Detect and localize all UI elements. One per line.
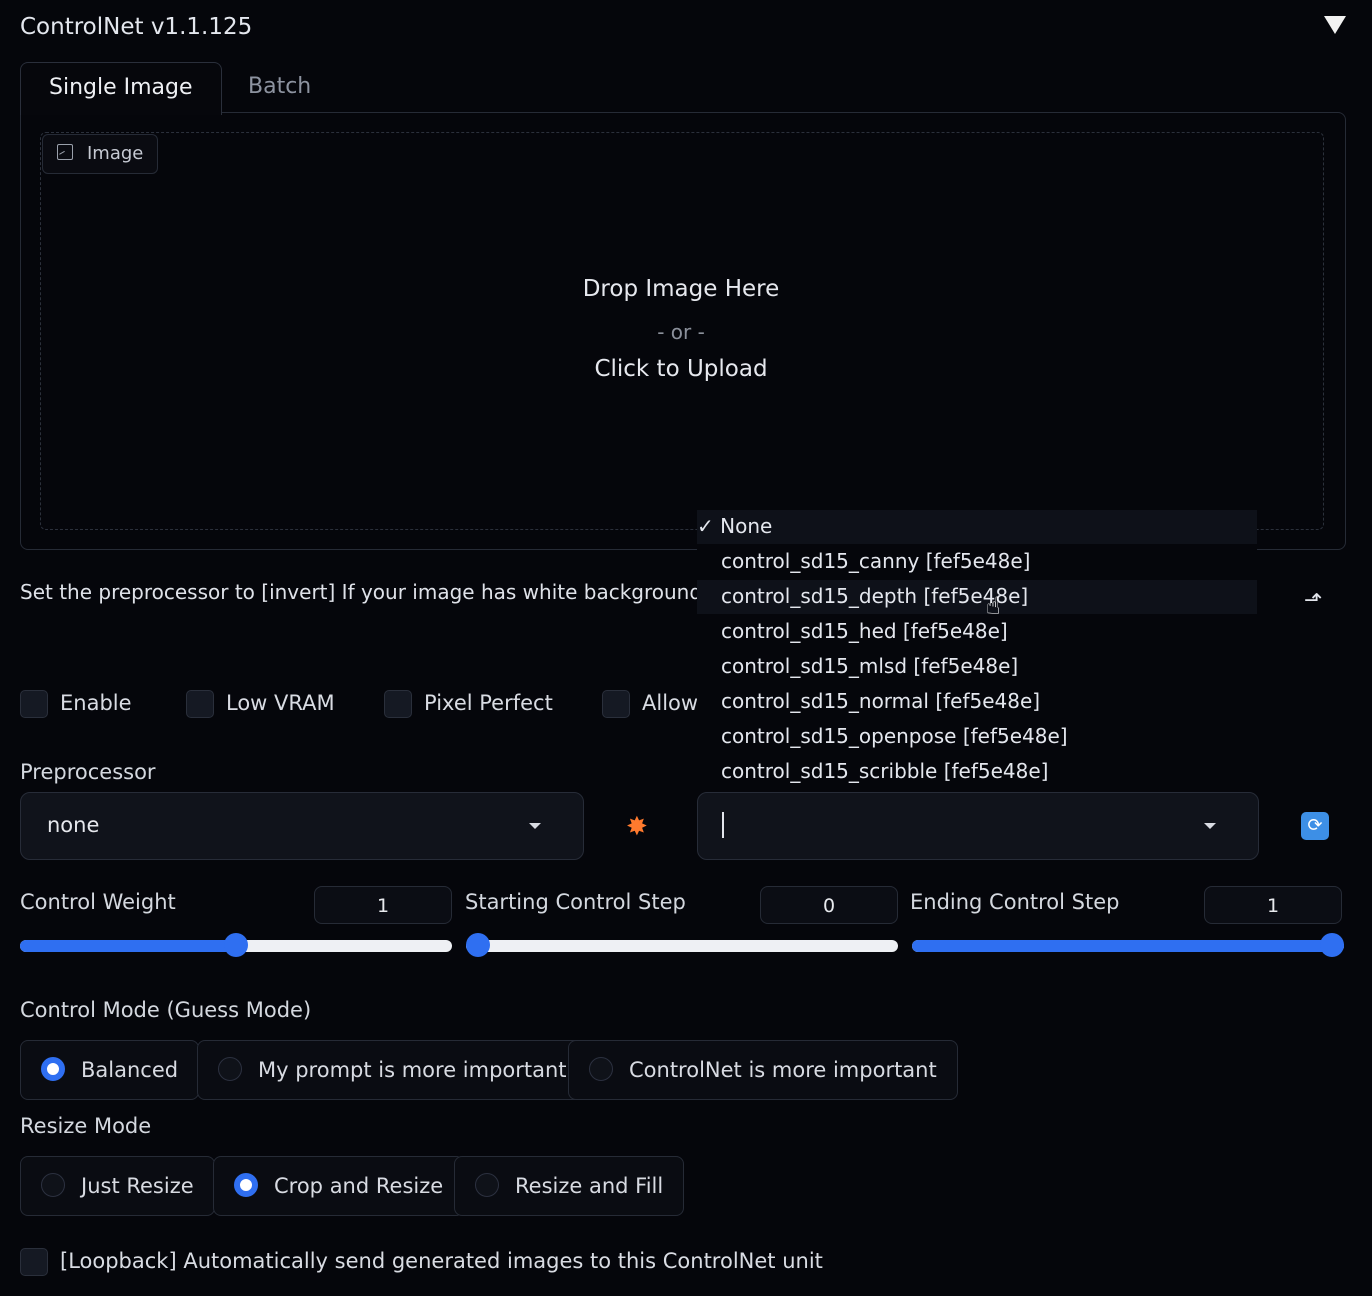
send-arrow-icon[interactable]: ⬏ <box>1304 588 1322 613</box>
radio-label: Just Resize <box>81 1174 194 1198</box>
checkbox-box[interactable] <box>602 690 630 718</box>
radio-dot[interactable] <box>234 1173 258 1197</box>
checkbox-label: Allow <box>642 691 699 715</box>
loopback-checkbox[interactable]: [Loopback] Automatically send generated … <box>20 1246 823 1276</box>
model-option[interactable]: control_sd15_openpose [fef5e48e] <box>721 724 1068 748</box>
preprocessor-value: none <box>47 813 100 837</box>
collapse-triangle-icon[interactable] <box>1324 16 1346 34</box>
radio-dot[interactable] <box>475 1173 499 1197</box>
image-label-text: Image <box>87 143 144 164</box>
resize-mode-crop-and-resize[interactable]: Crop and Resize <box>213 1156 465 1216</box>
model-dropdown-menu: ✓ None control_sd15_canny [fef5e48e] con… <box>697 510 1257 790</box>
model-option[interactable]: control_sd15_mlsd [fef5e48e] <box>721 654 1018 678</box>
image-icon <box>57 144 73 160</box>
resize-mode-just-resize[interactable]: Just Resize <box>20 1156 215 1216</box>
radio-label: Crop and Resize <box>274 1174 444 1198</box>
chevron-down-icon <box>529 823 541 829</box>
image-label: Image <box>42 134 159 174</box>
click-to-upload-text[interactable]: Click to Upload <box>40 356 1322 382</box>
control-weight-input[interactable]: 1 <box>314 886 452 924</box>
ending-step-slider[interactable] <box>912 933 1344 957</box>
checkbox-label: Pixel Perfect <box>424 691 553 715</box>
control-mode-label: Control Mode (Guess Mode) <box>20 998 312 1022</box>
checkbox-box[interactable] <box>20 1248 48 1276</box>
control-weight-slider[interactable] <box>20 933 452 957</box>
low-vram-checkbox[interactable]: Low VRAM <box>186 688 335 718</box>
preprocessor-select[interactable]: none <box>20 792 584 860</box>
slider-thumb[interactable] <box>224 933 248 957</box>
slider-thumb[interactable] <box>466 933 490 957</box>
resize-mode-label: Resize Mode <box>20 1114 152 1138</box>
radio-label: Resize and Fill <box>515 1174 664 1198</box>
refresh-models-icon[interactable]: ⟳ <box>1301 812 1329 840</box>
model-option[interactable]: control_sd15_normal [fef5e48e] <box>721 689 1040 713</box>
radio-label: Balanced <box>81 1058 179 1082</box>
tab-single-image[interactable]: Single Image <box>20 62 222 115</box>
radio-dot[interactable] <box>41 1057 65 1081</box>
or-text: - or - <box>657 320 705 344</box>
checkbox-box[interactable] <box>384 690 412 718</box>
ending-step-input[interactable]: 1 <box>1204 886 1342 924</box>
allow-checkbox[interactable]: Allow <box>602 688 698 718</box>
checkbox-box[interactable] <box>186 690 214 718</box>
preprocessor-hint: Set the preprocessor to [invert] If your… <box>20 580 698 604</box>
radio-label: My prompt is more important <box>258 1058 567 1082</box>
control-mode-balanced[interactable]: Balanced <box>20 1040 200 1100</box>
starting-step-slider[interactable] <box>466 933 898 957</box>
ending-step-label: Ending Control Step <box>910 890 1120 914</box>
slider-fill <box>912 940 1344 952</box>
pixel-perfect-checkbox[interactable]: Pixel Perfect <box>384 688 553 718</box>
slider-fill <box>20 940 236 952</box>
checkbox-label: Enable <box>60 691 132 715</box>
control-weight-label: Control Weight <box>20 890 176 914</box>
model-select[interactable] <box>697 792 1259 860</box>
preprocessor-label: Preprocessor <box>20 760 156 784</box>
model-option[interactable]: control_sd15_hed [fef5e48e] <box>721 619 1008 643</box>
checkbox-box[interactable] <box>20 690 48 718</box>
starting-step-label: Starting Control Step <box>465 890 686 914</box>
text-cursor <box>722 812 724 838</box>
hand-cursor-icon: ☝ <box>986 592 1001 620</box>
tab-batch[interactable]: Batch <box>220 62 339 112</box>
model-option[interactable]: control_sd15_depth [fef5e48e] <box>721 584 1028 608</box>
model-option[interactable]: ✓ None <box>697 514 772 538</box>
radio-dot[interactable] <box>41 1173 65 1197</box>
control-mode-controlnet[interactable]: ControlNet is more important <box>568 1040 958 1100</box>
drop-image-text: Drop Image Here <box>582 276 780 302</box>
chevron-down-icon <box>1204 823 1216 829</box>
resize-mode-resize-and-fill[interactable]: Resize and Fill <box>454 1156 685 1216</box>
checkbox-label: [Loopback] Automatically send generated … <box>60 1249 823 1273</box>
checkbox-label: Low VRAM <box>226 691 335 715</box>
radio-dot[interactable] <box>218 1057 242 1081</box>
radio-dot[interactable] <box>589 1057 613 1081</box>
enable-checkbox[interactable]: Enable <box>20 688 132 718</box>
run-preprocessor-icon[interactable]: ✸ <box>626 812 648 842</box>
radio-label: ControlNet is more important <box>629 1058 937 1082</box>
model-option[interactable]: control_sd15_scribble [fef5e48e] <box>721 759 1048 783</box>
starting-step-input[interactable]: 0 <box>760 886 898 924</box>
control-mode-prompt[interactable]: My prompt is more important <box>197 1040 588 1100</box>
model-option[interactable]: control_sd15_canny [fef5e48e] <box>721 549 1030 573</box>
slider-thumb[interactable] <box>1320 933 1344 957</box>
menu-selected-highlight <box>697 510 1257 544</box>
section-title: ControlNet v1.1.125 <box>20 14 253 40</box>
